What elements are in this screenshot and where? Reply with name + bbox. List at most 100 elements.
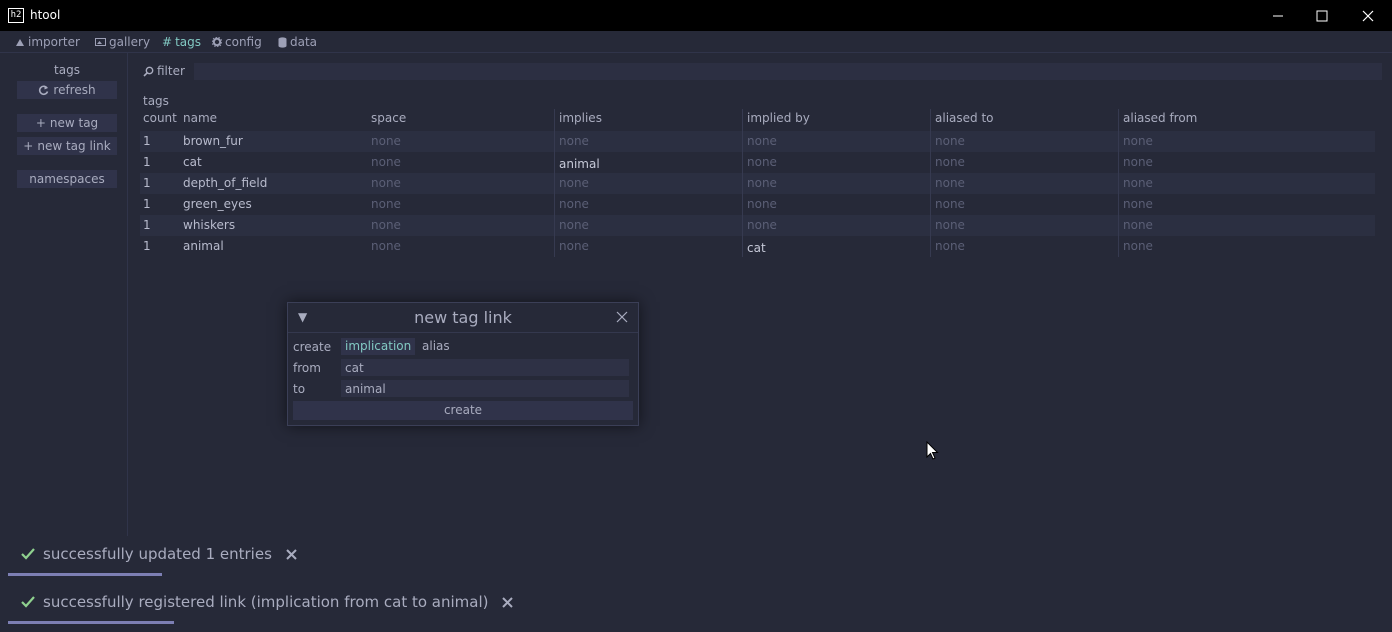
cell-implied-by[interactable]: cat: [747, 241, 766, 255]
close-icon[interactable]: [616, 311, 628, 323]
cell-count: 1: [143, 197, 151, 211]
cell-aliased-to: none: [935, 155, 965, 169]
create-button[interactable]: create: [293, 401, 633, 420]
toast-message: successfully updated 1 entries: [43, 545, 272, 563]
close-icon: [1362, 10, 1374, 21]
cell-name[interactable]: cat: [183, 155, 202, 169]
checkmark-icon: [21, 596, 35, 608]
menu-gallery[interactable]: gallery: [95, 35, 150, 49]
cell-aliased-from: none: [1123, 134, 1153, 148]
cell-aliased-to: none: [935, 176, 965, 190]
menu-tags-label: tags: [175, 35, 201, 49]
cell-aliased-from: none: [1123, 239, 1153, 253]
cell-name[interactable]: whiskers: [183, 218, 235, 232]
title-bar: h2 htool: [0, 0, 1392, 31]
cell-implied-by: none: [747, 134, 777, 148]
filter-input[interactable]: [194, 63, 1382, 80]
table-row: 1 cat none animal none none none: [140, 152, 1375, 173]
menu-tags[interactable]: # tags: [162, 35, 201, 49]
menu-config-label: config: [225, 35, 262, 49]
column-header-count: count: [143, 111, 177, 125]
table-row: 1 green_eyes none none none none none: [140, 194, 1375, 215]
menu-importer-label: importer: [28, 35, 80, 49]
sidebar: tags refresh + new tag + new tag link na…: [0, 53, 128, 536]
column-header-implied-by: implied by: [747, 111, 810, 125]
column-header-aliased-to: aliased to: [935, 111, 994, 125]
menu-importer[interactable]: importer: [15, 35, 80, 49]
toast-progress-bar: [8, 621, 174, 624]
image-icon: [95, 38, 106, 46]
table-caption: tags: [143, 94, 169, 108]
maximize-button[interactable]: [1299, 0, 1345, 31]
hash-icon: #: [162, 35, 173, 49]
from-field[interactable]: [341, 359, 629, 376]
cell-count: 1: [143, 155, 151, 169]
menu-gallery-label: gallery: [109, 35, 151, 49]
table-row: 1 brown_fur none none none none none: [140, 131, 1375, 152]
table-row: 1 depth_of_field none none none none non…: [140, 173, 1375, 194]
cell-space: none: [371, 239, 401, 253]
column-header-name: name: [183, 111, 218, 125]
menu-data-label: data: [290, 35, 318, 49]
to-field[interactable]: [341, 380, 629, 397]
new-tag-button[interactable]: + new tag: [17, 114, 117, 132]
maximize-icon: [1316, 10, 1328, 21]
cell-implies: none: [559, 197, 589, 211]
plus-icon: +: [35, 116, 46, 130]
plus-icon: +: [23, 139, 34, 153]
cell-count: 1: [143, 239, 151, 253]
table-row: 1 whiskers none none none none none: [140, 215, 1375, 236]
cell-implied-by: none: [747, 176, 777, 190]
cell-aliased-to: none: [935, 239, 965, 253]
cell-implied-by: none: [747, 155, 777, 169]
toast-notification: successfully updated 1 entries: [21, 545, 297, 563]
minimize-icon: [1273, 15, 1283, 16]
column-header-space: space: [371, 111, 407, 125]
close-icon[interactable]: [286, 548, 297, 560]
new-tag-link-label: new tag link: [37, 139, 111, 153]
cell-implies[interactable]: animal: [559, 157, 600, 171]
checkmark-icon: [21, 548, 35, 560]
cell-implies: none: [559, 134, 589, 148]
option-implication[interactable]: implication: [341, 338, 416, 355]
column-header-aliased-from: aliased from: [1123, 111, 1198, 125]
column-divider: [554, 109, 555, 257]
column-divider: [930, 109, 931, 257]
toast-notification: successfully registered link (implicatio…: [21, 593, 514, 611]
cell-implied-by: none: [747, 197, 777, 211]
cell-aliased-from: none: [1123, 176, 1153, 190]
new-tag-link-button[interactable]: + new tag link: [17, 137, 117, 155]
menu-data[interactable]: data: [278, 35, 317, 49]
cell-aliased-from: none: [1123, 218, 1153, 232]
cell-name[interactable]: green_eyes: [183, 197, 252, 211]
cell-name[interactable]: depth_of_field: [183, 176, 267, 190]
cell-count: 1: [143, 218, 151, 232]
close-icon[interactable]: [502, 596, 514, 608]
dialog-header[interactable]: ▼ new tag link: [288, 303, 638, 333]
to-label: to: [293, 382, 306, 396]
new-tag-link-dialog: ▼ new tag link create implication alias …: [287, 302, 639, 426]
database-icon: [278, 36, 287, 48]
toast-progress-bar: [8, 573, 162, 576]
cell-name[interactable]: animal: [183, 239, 224, 253]
cell-space: none: [371, 218, 401, 232]
option-alias[interactable]: alias: [418, 338, 454, 355]
table-row: 1 animal none none cat none none: [140, 236, 1375, 257]
namespaces-button[interactable]: namespaces: [17, 170, 117, 188]
mouse-cursor-icon: [926, 441, 939, 460]
sidebar-title: tags: [54, 63, 80, 77]
namespaces-label: namespaces: [29, 172, 105, 186]
filter-label: filter: [143, 64, 185, 78]
cell-aliased-to: none: [935, 134, 965, 148]
menu-bar: importer gallery # tags config data: [0, 31, 1392, 53]
menu-config[interactable]: config: [212, 35, 262, 49]
cell-name[interactable]: brown_fur: [183, 134, 243, 148]
refresh-label: refresh: [53, 83, 96, 97]
cell-space: none: [371, 176, 401, 190]
close-window-button[interactable]: [1345, 0, 1391, 31]
cell-space: none: [371, 155, 401, 169]
refresh-button[interactable]: refresh: [17, 81, 117, 99]
app-icon: h2: [8, 8, 24, 23]
minimize-button[interactable]: [1255, 0, 1301, 31]
cell-aliased-from: none: [1123, 155, 1153, 169]
